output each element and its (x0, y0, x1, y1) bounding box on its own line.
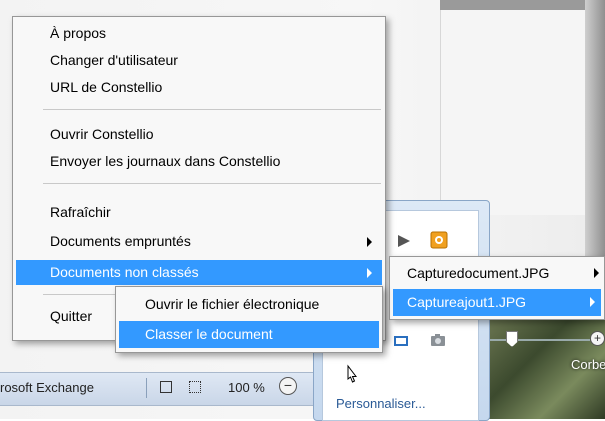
network-icon[interactable] (393, 332, 409, 348)
tray-arrow-icon[interactable] (396, 233, 412, 249)
menu-item-borrowed-documents[interactable]: Documents empruntés (16, 229, 382, 254)
menu-separator (43, 183, 381, 184)
menu-item-label: Quitter (50, 308, 93, 324)
menu-item-open-constellio[interactable]: Ouvrir Constellio (16, 122, 382, 147)
menu-item-label: Changer d'utilisateur (50, 52, 178, 68)
window-titlebar-fragment (440, 0, 605, 10)
personalize-link[interactable]: Personnaliser... (336, 396, 426, 411)
menu-separator (43, 109, 381, 110)
submenu-item-label: Capturedocument.JPG (407, 265, 550, 281)
menu-item-about[interactable]: À propos (16, 21, 382, 46)
normal-view-icon[interactable] (160, 381, 172, 393)
menu-item-send-logs[interactable]: Envoyer les journaux dans Constellio (16, 149, 382, 174)
reading-view-icon[interactable] (189, 381, 201, 393)
status-separator (146, 378, 147, 398)
submenu-item-label: Classer le document (145, 326, 273, 342)
submenu-item-label: Captureajout1.JPG (407, 294, 527, 310)
submenu-arrow-icon (590, 297, 595, 307)
menu-item-change-user[interactable]: Changer d'utilisateur (16, 48, 382, 73)
menu-item-label: Documents non classés (50, 264, 199, 280)
menu-item-open-electronic-file[interactable]: Ouvrir le fichier électronique (119, 291, 379, 318)
file-actions-submenu: Ouvrir le fichier électronique Classer l… (115, 286, 383, 353)
mouse-cursor-icon (342, 364, 364, 389)
submenu-item-label: Ouvrir le fichier électronique (145, 296, 320, 312)
status-app-text: rosoft Exchange (0, 380, 94, 395)
menu-item-constellio-url[interactable]: URL de Constellio (16, 75, 382, 100)
submenu-arrow-icon (367, 237, 372, 247)
zoom-level: 100 % (228, 380, 265, 395)
submenu-arrow-icon (367, 268, 372, 278)
menu-item-refresh[interactable]: Rafraîchir (16, 200, 382, 225)
menu-item-label: Rafraîchir (50, 204, 111, 220)
menu-item-classify-document[interactable]: Classer le document (119, 321, 379, 348)
camera-icon[interactable] (430, 332, 446, 348)
submenu-item-capturedocument[interactable]: Capturedocument.JPG (393, 260, 601, 287)
volume-slider-track (490, 339, 590, 341)
unclassified-documents-submenu: Capturedocument.JPG Captureajout1.JPG (389, 256, 605, 320)
menu-item-label: Ouvrir Constellio (50, 126, 154, 142)
submenu-item-captureajout1[interactable]: Captureajout1.JPG (393, 289, 601, 316)
menu-item-unclassified-documents[interactable]: Documents non classés (16, 260, 382, 285)
office-app-icon[interactable] (430, 231, 448, 249)
recycle-bin-label[interactable]: Corbe (571, 357, 605, 372)
menu-item-label: Envoyer les journaux dans Constellio (50, 153, 281, 169)
zoom-out-button[interactable]: − (279, 377, 297, 395)
menu-item-label: Documents empruntés (50, 233, 191, 249)
outlook-right-panel (440, 10, 586, 215)
submenu-arrow-icon (594, 268, 599, 278)
slider-plus-button[interactable]: + (590, 331, 605, 346)
menu-item-label: À propos (50, 25, 107, 41)
menu-item-label: URL de Constellio (50, 79, 163, 95)
